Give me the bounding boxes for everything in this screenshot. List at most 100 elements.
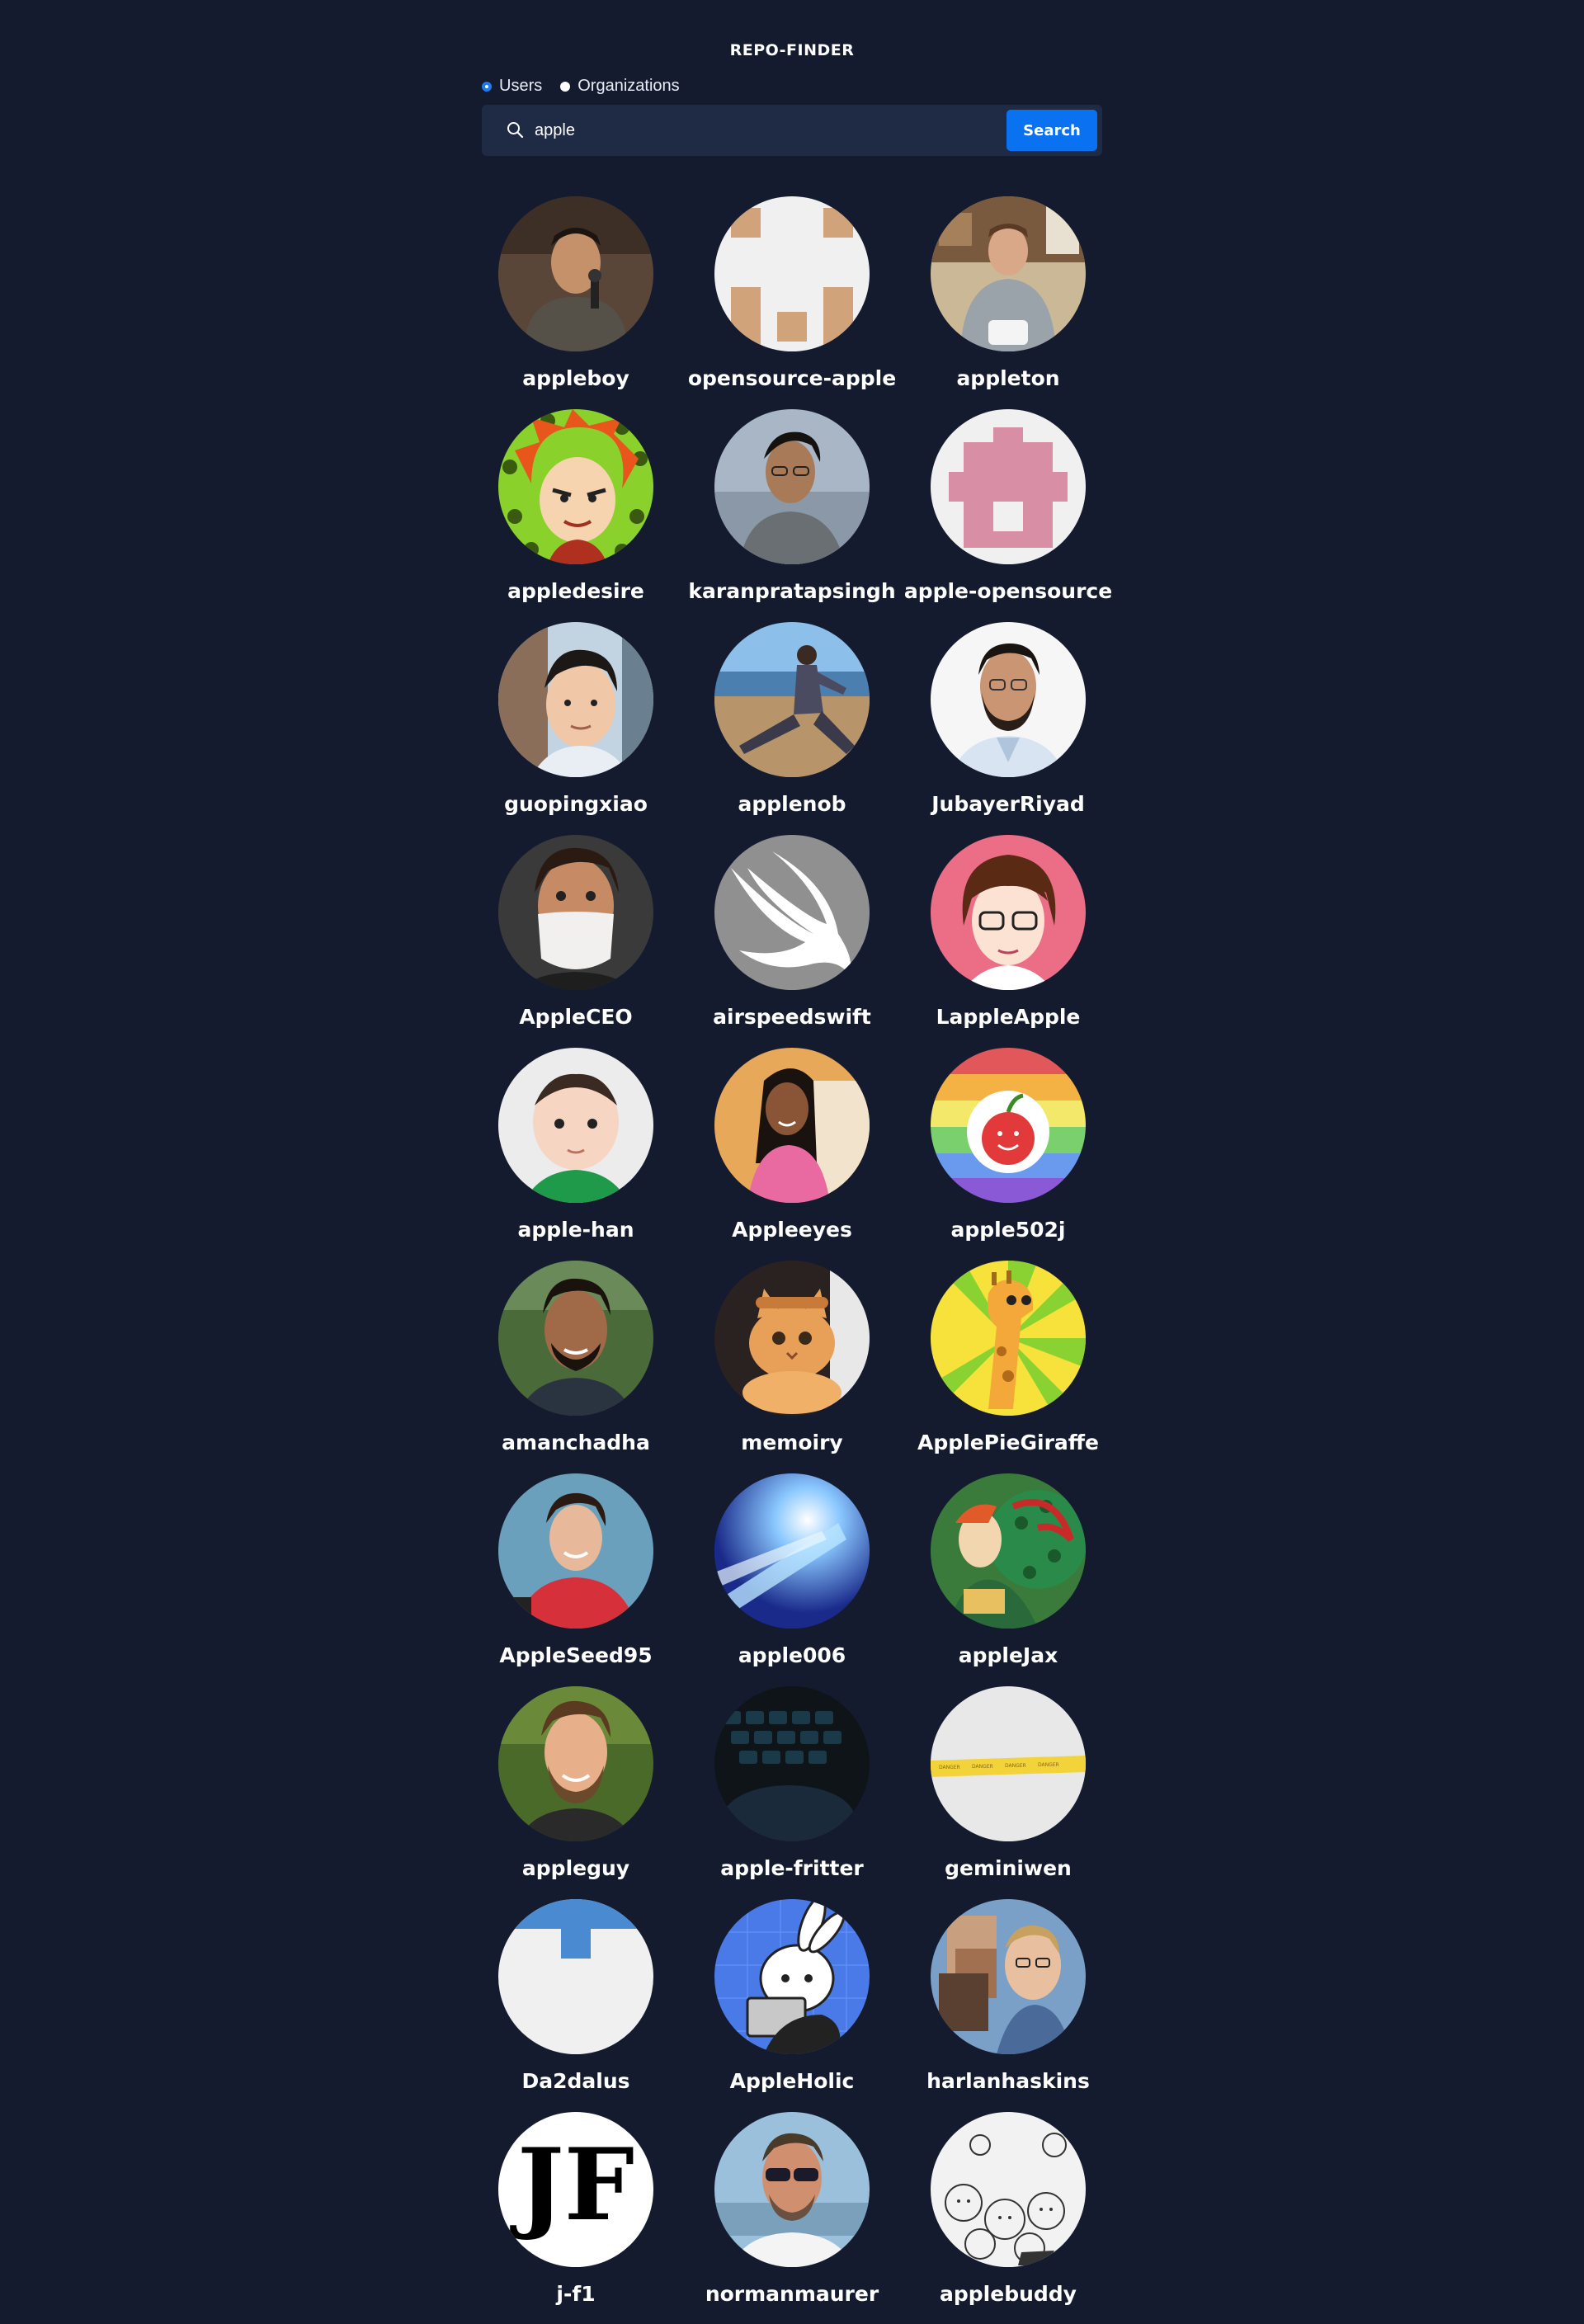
user-card[interactable]: airspeedswift — [684, 835, 900, 1033]
avatar[interactable] — [498, 409, 653, 564]
username[interactable]: apple502j — [900, 1218, 1116, 1242]
avatar[interactable] — [714, 2112, 870, 2267]
user-card[interactable]: ApplePieGiraffe — [900, 1261, 1116, 1459]
username[interactable]: AppleHolic — [684, 2069, 900, 2093]
avatar[interactable] — [931, 196, 1086, 351]
username[interactable]: apple-opensource — [900, 579, 1116, 603]
avatar[interactable] — [714, 622, 870, 777]
username[interactable]: appleton — [900, 366, 1116, 390]
user-card[interactable]: apple-fritter — [684, 1686, 900, 1884]
avatar[interactable] — [714, 1473, 870, 1629]
username[interactable]: airspeedswift — [684, 1005, 900, 1029]
radio-organizations-indicator[interactable] — [560, 81, 571, 92]
avatar[interactable] — [498, 835, 653, 990]
avatar[interactable] — [931, 622, 1086, 777]
user-card[interactable]: applebuddy — [900, 2112, 1116, 2310]
user-card[interactable]: AppleHolic — [684, 1899, 900, 2097]
avatar[interactable] — [931, 835, 1086, 990]
avatar[interactable] — [498, 1686, 653, 1841]
username[interactable]: guopingxiao — [468, 792, 684, 816]
user-card[interactable]: karanpratapsingh — [684, 409, 900, 607]
avatar[interactable] — [498, 1473, 653, 1629]
user-card[interactable]: appledesire — [468, 409, 684, 607]
username[interactable]: applenob — [684, 792, 900, 816]
avatar[interactable] — [498, 1048, 653, 1203]
radio-organizations[interactable]: Organizations — [560, 77, 680, 96]
avatar[interactable] — [931, 1899, 1086, 2054]
username[interactable]: Da2dalus — [468, 2069, 684, 2093]
username[interactable]: harlanhaskins — [900, 2069, 1116, 2093]
username[interactable]: geminiwen — [900, 1856, 1116, 1880]
user-card[interactable]: guopingxiao — [468, 622, 684, 820]
username[interactable]: normanmaurer — [684, 2282, 900, 2306]
user-card[interactable]: appleJax — [900, 1473, 1116, 1671]
username[interactable]: apple006 — [684, 1643, 900, 1667]
user-card[interactable]: normanmaurer — [684, 2112, 900, 2310]
username[interactable]: JubayerRiyad — [900, 792, 1116, 816]
search-input[interactable] — [528, 115, 1036, 146]
user-card[interactable]: JF j-f1 — [468, 2112, 684, 2310]
user-card[interactable]: apple006 — [684, 1473, 900, 1671]
avatar[interactable]: DANGER DANGER DANGER DANGER — [931, 1686, 1086, 1841]
username[interactable]: apple-fritter — [684, 1856, 900, 1880]
user-card[interactable]: apple-han — [468, 1048, 684, 1246]
search-button[interactable]: Search — [1006, 110, 1097, 151]
avatar[interactable] — [498, 1899, 653, 2054]
user-card[interactable]: amanchadha — [468, 1261, 684, 1459]
avatar[interactable] — [498, 1261, 653, 1416]
radio-users[interactable]: Users — [482, 77, 542, 96]
avatar[interactable] — [714, 835, 870, 990]
username[interactable]: appleJax — [900, 1643, 1116, 1667]
avatar[interactable] — [931, 1473, 1086, 1629]
username[interactable]: appledesire — [468, 579, 684, 603]
user-card[interactable]: memoiry — [684, 1261, 900, 1459]
username[interactable]: appleguy — [468, 1856, 684, 1880]
username[interactable]: LappleApple — [900, 1005, 1116, 1029]
user-card[interactable]: apple-opensource — [900, 409, 1116, 607]
avatar[interactable] — [498, 622, 653, 777]
user-card[interactable]: applenob — [684, 622, 900, 820]
avatar[interactable] — [714, 1899, 870, 2054]
search-type-toggle: Users Organizations — [482, 77, 698, 96]
avatar[interactable] — [931, 409, 1086, 564]
avatar[interactable] — [498, 196, 653, 351]
avatar[interactable] — [714, 196, 870, 351]
svg-text:DANGER: DANGER — [939, 1765, 960, 1770]
user-card[interactable]: appleton — [900, 196, 1116, 394]
avatar[interactable] — [714, 1261, 870, 1416]
username[interactable]: amanchadha — [468, 1431, 684, 1454]
user-card[interactable]: opensource-apple — [684, 196, 900, 394]
user-card[interactable]: AppleSeed95 — [468, 1473, 684, 1671]
avatar[interactable] — [714, 1048, 870, 1203]
user-card[interactable]: LappleApple — [900, 835, 1116, 1033]
user-card[interactable]: apple502j — [900, 1048, 1116, 1246]
user-card[interactable]: Appleeyes — [684, 1048, 900, 1246]
username[interactable]: apple-han — [468, 1218, 684, 1242]
username[interactable]: ApplePieGiraffe — [900, 1431, 1116, 1454]
radio-users-indicator[interactable] — [482, 81, 492, 92]
username[interactable]: memoiry — [684, 1431, 900, 1454]
avatar[interactable] — [931, 1048, 1086, 1203]
username[interactable]: appleboy — [468, 366, 684, 390]
avatar[interactable]: JF — [498, 2112, 653, 2267]
user-card[interactable]: harlanhaskins — [900, 1899, 1116, 2097]
username[interactable]: opensource-apple — [684, 366, 900, 390]
username[interactable]: AppleSeed95 — [468, 1643, 684, 1667]
username[interactable]: Appleeyes — [684, 1218, 900, 1242]
radio-organizations-label: Organizations — [578, 77, 680, 95]
username[interactable]: j-f1 — [468, 2282, 684, 2306]
username[interactable]: AppleCEO — [468, 1005, 684, 1029]
user-card[interactable]: JubayerRiyad — [900, 622, 1116, 820]
user-card[interactable]: Da2dalus — [468, 1899, 684, 2097]
user-card[interactable]: DANGER DANGER DANGER DANGER geminiwen — [900, 1686, 1116, 1884]
user-card[interactable]: appleguy — [468, 1686, 684, 1884]
user-card[interactable]: AppleCEO — [468, 835, 684, 1033]
username[interactable]: karanpratapsingh — [684, 579, 900, 603]
avatar[interactable] — [714, 1686, 870, 1841]
username[interactable]: applebuddy — [900, 2282, 1116, 2306]
avatar[interactable] — [931, 1261, 1086, 1416]
avatar[interactable] — [931, 2112, 1086, 2267]
svg-text:JF: JF — [510, 2127, 634, 2243]
avatar[interactable] — [714, 409, 870, 564]
user-card[interactable]: appleboy — [468, 196, 684, 394]
